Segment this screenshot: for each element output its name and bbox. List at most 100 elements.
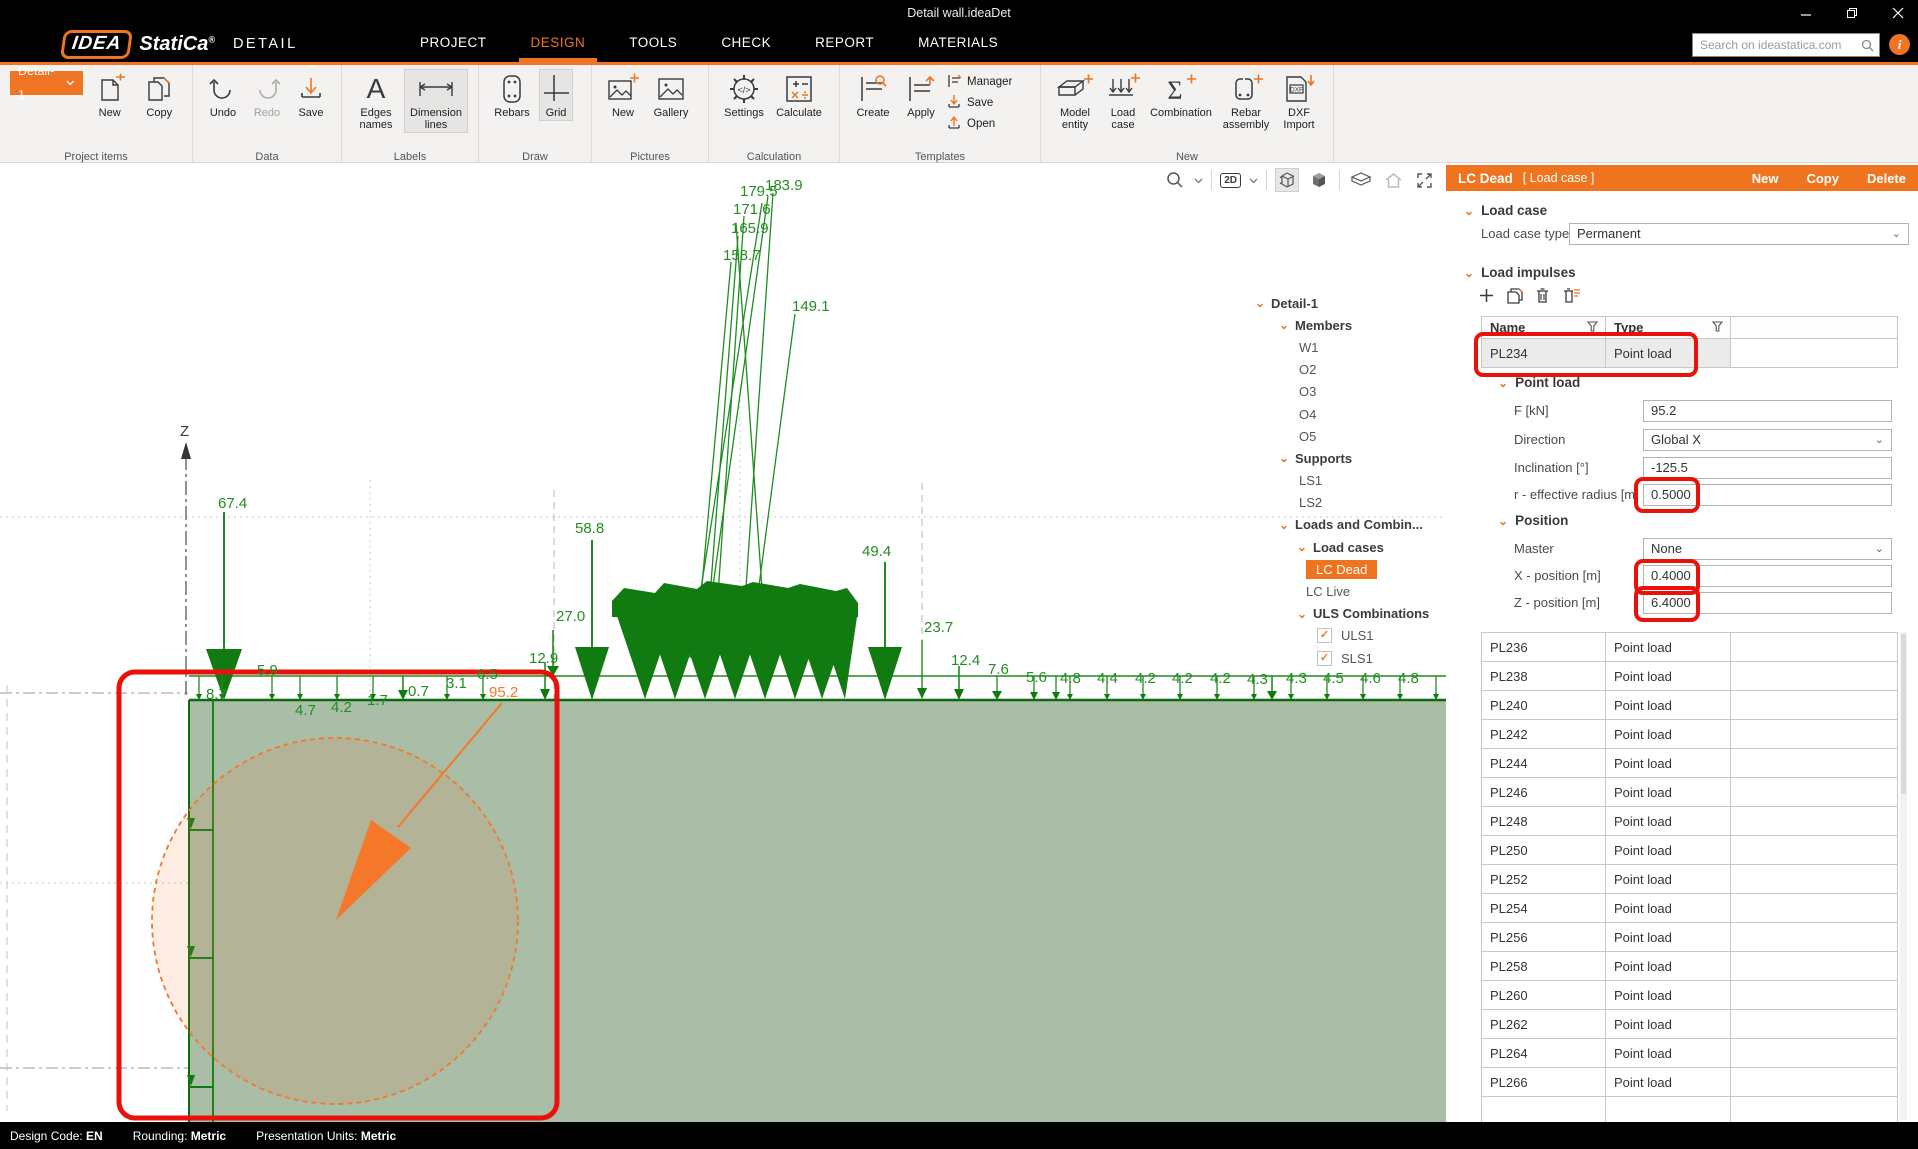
delete-all-impulses-icon[interactable] bbox=[1562, 287, 1580, 307]
new-project-item-button[interactable]: New bbox=[87, 69, 133, 121]
panel-new-button[interactable]: New bbox=[1752, 171, 1779, 186]
impulse-row-pl244[interactable]: PL244Point load bbox=[1482, 749, 1897, 778]
impulse-row-pl248[interactable]: PL248Point load bbox=[1482, 807, 1897, 836]
point-load-group-header[interactable]: ⌄ Point load bbox=[1498, 375, 1580, 390]
template-manager-button[interactable]: Manager bbox=[946, 73, 1012, 91]
load-case-section-header[interactable]: ⌄ Load case bbox=[1464, 203, 1547, 218]
tree-item-ls2[interactable]: LS2 bbox=[1253, 492, 1447, 514]
tree-item-members[interactable]: ⌄Members bbox=[1253, 314, 1447, 336]
tree-item-o5[interactable]: O5 bbox=[1253, 425, 1447, 447]
search-input[interactable] bbox=[1693, 38, 1861, 52]
impulse-row-pl240[interactable]: PL240Point load bbox=[1482, 691, 1897, 720]
tree-item-o4[interactable]: O4 bbox=[1253, 403, 1447, 425]
tree-item-loads-and-combin[interactable]: ⌄Loads and Combin... bbox=[1253, 514, 1447, 536]
dxf-import-button[interactable]: DXF DXF Import bbox=[1277, 69, 1321, 133]
new-combination-button[interactable]: Σ Combination bbox=[1147, 69, 1215, 121]
template-save-button[interactable]: Save bbox=[946, 94, 1012, 112]
rebars-button[interactable]: Rebars bbox=[489, 69, 535, 121]
tab-design[interactable]: DESIGN bbox=[531, 26, 586, 62]
template-apply-button[interactable]: Apply bbox=[900, 69, 942, 121]
edges-names-button[interactable]: A Edges names bbox=[352, 69, 400, 133]
z-position-input[interactable]: 6.4000 bbox=[1643, 592, 1892, 614]
settings-button[interactable]: </> Settings bbox=[719, 69, 769, 121]
new-picture-button[interactable]: New bbox=[602, 69, 644, 121]
x-position-input[interactable]: 0.4000 bbox=[1643, 565, 1892, 587]
tree-item-o3[interactable]: O3 bbox=[1253, 381, 1447, 403]
tab-check[interactable]: CHECK bbox=[721, 26, 771, 62]
impulse-row-pl262[interactable]: PL262Point load bbox=[1482, 1010, 1897, 1039]
fit-view-icon[interactable] bbox=[1413, 169, 1436, 192]
view-mode-2d-button[interactable]: 2D bbox=[1220, 173, 1241, 188]
copy-impulse-icon[interactable] bbox=[1506, 287, 1523, 307]
f-input[interactable]: 95.2 bbox=[1643, 400, 1892, 422]
chevron-down-icon[interactable] bbox=[1194, 171, 1203, 189]
tree-item-lc-dead[interactable]: LC Dead bbox=[1253, 558, 1447, 580]
tree-item-w1[interactable]: W1 bbox=[1253, 336, 1447, 358]
chevron-down-icon[interactable] bbox=[1249, 171, 1258, 189]
tree-item-load-cases[interactable]: ⌄Load cases bbox=[1253, 536, 1447, 558]
new-rebar-assembly-button[interactable]: Rebar assembly bbox=[1219, 69, 1273, 133]
template-create-button[interactable]: Create bbox=[850, 69, 896, 121]
column-header-name[interactable]: Name bbox=[1482, 317, 1606, 338]
tree-item-sls1[interactable]: ✓SLS1 bbox=[1253, 647, 1447, 669]
tree-item-detail-1[interactable]: ⌄Detail-1 bbox=[1253, 292, 1447, 314]
clip-view-icon[interactable] bbox=[1348, 169, 1374, 191]
impulse-row-pl256[interactable]: PL256Point load bbox=[1482, 923, 1897, 952]
impulse-row-pl246[interactable]: PL246Point load bbox=[1482, 778, 1897, 807]
impulse-row-pl260[interactable]: PL260Point load bbox=[1482, 981, 1897, 1010]
filter-icon[interactable] bbox=[1587, 320, 1598, 335]
direction-select[interactable]: Global X⌄ bbox=[1643, 429, 1892, 451]
tab-report[interactable]: REPORT bbox=[815, 26, 874, 62]
solid-view-button[interactable] bbox=[1307, 168, 1331, 192]
radius-input[interactable]: 0.5000 bbox=[1643, 484, 1892, 506]
gallery-button[interactable]: Gallery bbox=[648, 69, 694, 121]
template-open-button[interactable]: Open bbox=[946, 115, 1012, 133]
zoom-icon[interactable] bbox=[1164, 169, 1186, 191]
panel-delete-button[interactable]: Delete bbox=[1867, 171, 1906, 186]
master-select[interactable]: None⌄ bbox=[1643, 538, 1892, 560]
restore-icon[interactable] bbox=[1846, 7, 1858, 19]
search-icon[interactable] bbox=[1861, 39, 1879, 52]
home-view-icon[interactable] bbox=[1382, 169, 1405, 191]
column-header-type[interactable]: Type bbox=[1606, 317, 1731, 338]
panel-copy-button[interactable]: Copy bbox=[1806, 171, 1839, 186]
inclination-input[interactable]: -125.5 bbox=[1643, 457, 1892, 479]
wireframe-view-button[interactable] bbox=[1275, 168, 1299, 192]
tree-item-uls-combinations[interactable]: ⌄ULS Combinations bbox=[1253, 603, 1447, 625]
calculate-button[interactable]: Calculate bbox=[773, 69, 825, 121]
impulse-row-pl238[interactable]: PL238Point load bbox=[1482, 662, 1897, 691]
minimize-icon[interactable] bbox=[1800, 7, 1812, 19]
load-case-type-select[interactable]: Permanent⌄ bbox=[1569, 223, 1909, 245]
info-icon[interactable]: i bbox=[1889, 34, 1910, 55]
impulse-row-pl242[interactable]: PL242Point load bbox=[1482, 720, 1897, 749]
tab-project[interactable]: PROJECT bbox=[420, 26, 487, 62]
load-impulses-section-header[interactable]: ⌄ Load impulses bbox=[1464, 265, 1576, 280]
dimension-lines-button[interactable]: Dimension lines bbox=[404, 69, 468, 133]
impulse-row-pl250[interactable]: PL250Point load bbox=[1482, 836, 1897, 865]
tree-item-ls1[interactable]: LS1 bbox=[1253, 470, 1447, 492]
impulse-row-pl236[interactable]: PL236Point load bbox=[1482, 633, 1897, 662]
tree-item-supports[interactable]: ⌄Supports bbox=[1253, 447, 1447, 469]
close-icon[interactable] bbox=[1892, 7, 1904, 19]
scrollbar-thumb[interactable] bbox=[1901, 634, 1906, 794]
save-button[interactable]: Save bbox=[291, 69, 331, 121]
checkbox[interactable]: ✓ bbox=[1317, 628, 1332, 643]
filter-icon[interactable] bbox=[1712, 320, 1723, 335]
new-load-case-button[interactable]: Load case bbox=[1103, 69, 1143, 133]
impulse-row-pl252[interactable]: PL252Point load bbox=[1482, 865, 1897, 894]
impulse-row-pl264[interactable]: PL264Point load bbox=[1482, 1039, 1897, 1068]
impulse-row-pl266[interactable]: PL266Point load bbox=[1482, 1068, 1897, 1097]
position-group-header[interactable]: ⌄ Position bbox=[1498, 513, 1568, 528]
impulse-row-pl258[interactable]: PL258Point load bbox=[1482, 952, 1897, 981]
delete-impulse-icon[interactable] bbox=[1535, 287, 1550, 307]
tab-tools[interactable]: TOOLS bbox=[629, 26, 677, 62]
drawing-canvas[interactable]: 183.9179.5171.6165.9158.7149.167.458.827… bbox=[0, 163, 1447, 1122]
impulse-row-pl254[interactable]: PL254Point load bbox=[1482, 894, 1897, 923]
grid-button[interactable]: Grid bbox=[539, 69, 573, 121]
redo-button[interactable]: Redo bbox=[247, 69, 287, 121]
copy-project-item-button[interactable]: Copy bbox=[136, 69, 182, 121]
add-impulse-icon[interactable] bbox=[1479, 288, 1494, 306]
tab-materials[interactable]: MATERIALS bbox=[918, 26, 998, 62]
selected-impulse-row[interactable]: PL234 Point load bbox=[1481, 339, 1898, 368]
tree-item-o2[interactable]: O2 bbox=[1253, 359, 1447, 381]
